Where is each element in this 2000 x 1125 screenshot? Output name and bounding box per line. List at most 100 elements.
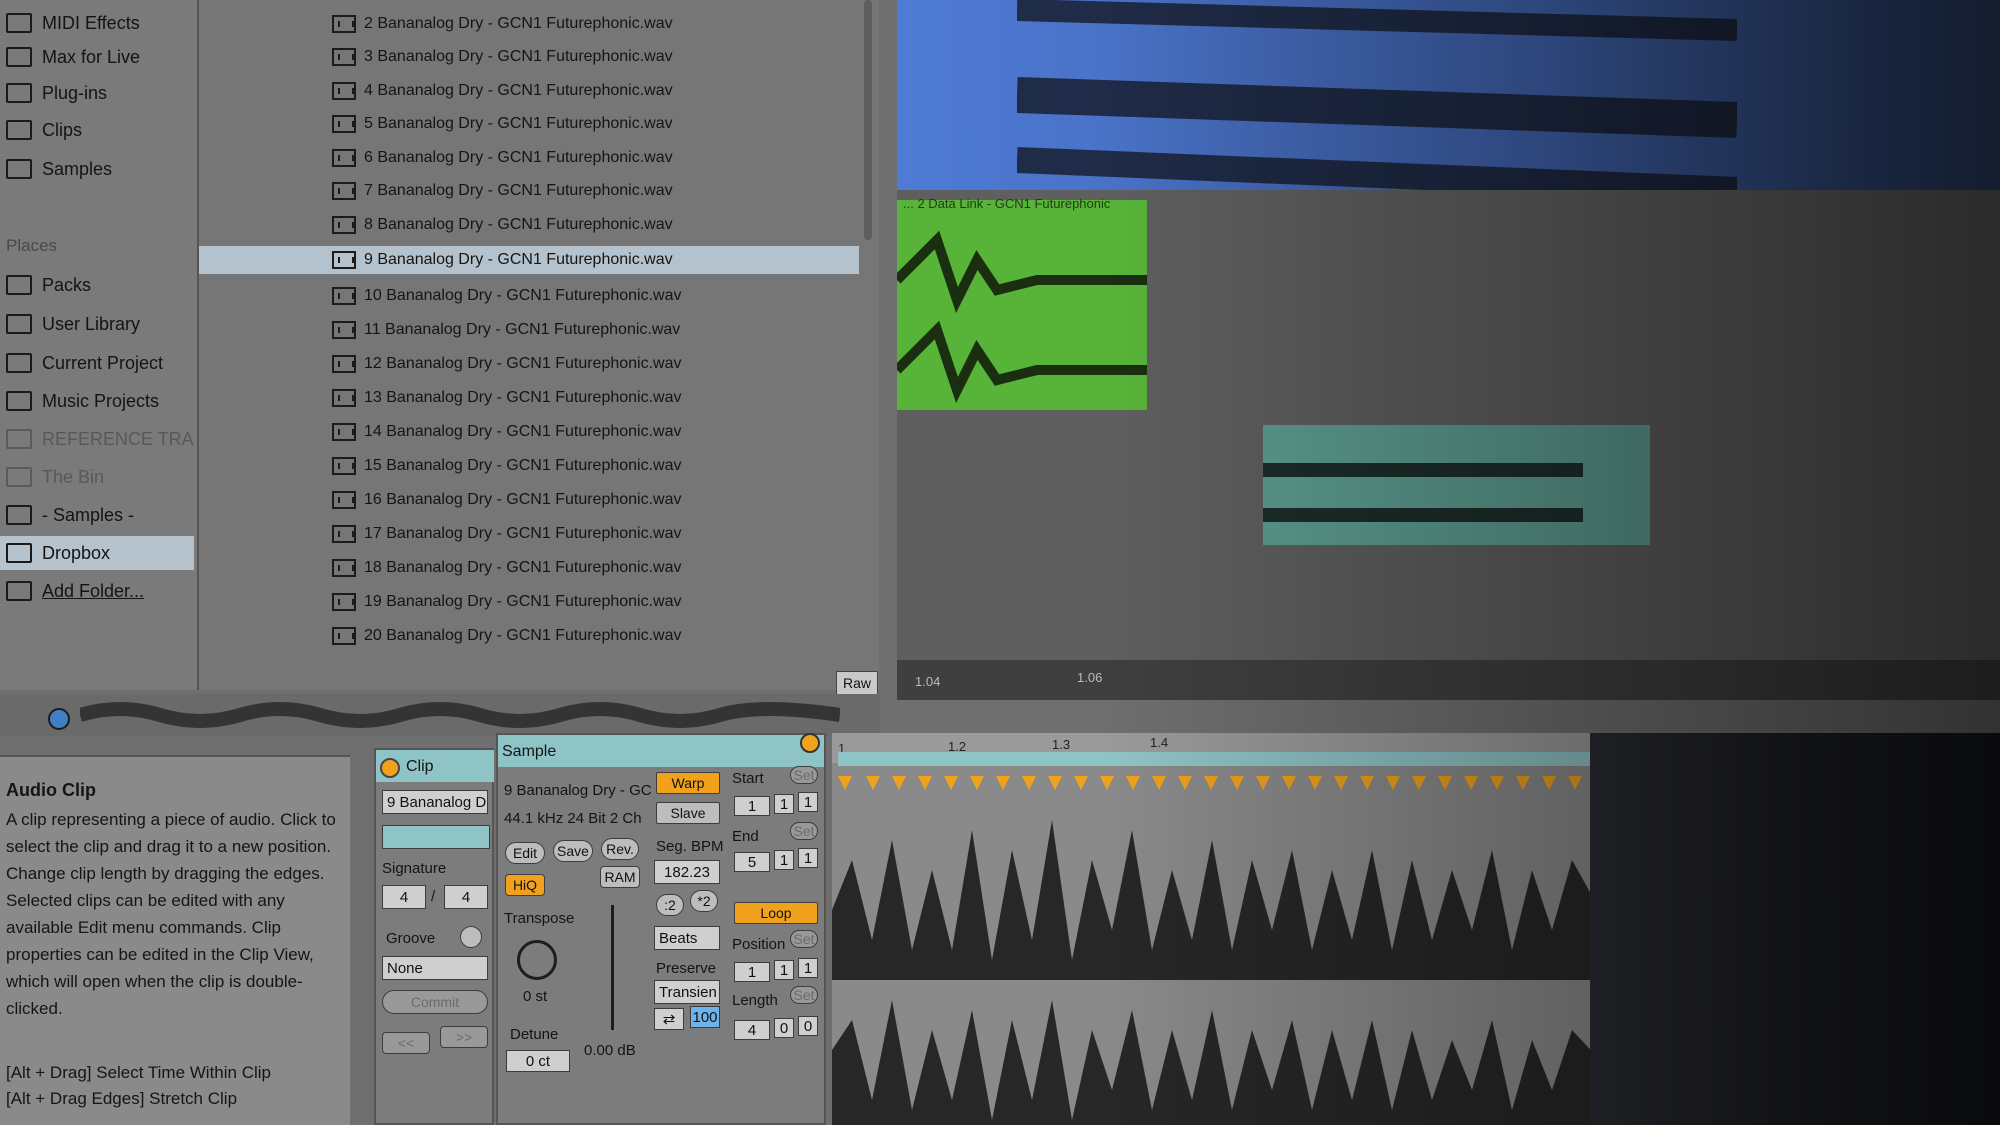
warp-marker[interactable] (1074, 776, 1088, 790)
end-set-button[interactable]: Set (790, 822, 818, 840)
file-item[interactable]: 5 Bananalog Dry - GCN1 Futurephonic.wav (332, 110, 673, 138)
position-sixteenth-field[interactable]: 1 (798, 958, 818, 978)
warp-marker[interactable] (1204, 776, 1218, 790)
commit-button[interactable]: Commit (382, 990, 488, 1014)
loop-mode-select[interactable]: ⇄ (654, 1008, 684, 1030)
sidebar-item-current-project[interactable]: Current Project (6, 346, 163, 380)
sidebar-item-dropbox[interactable]: Dropbox (0, 536, 194, 570)
warp-marker[interactable] (1412, 776, 1426, 790)
preserve-select[interactable]: Transien (654, 980, 720, 1004)
position-beat-field[interactable]: 1 (774, 960, 794, 980)
length-sixteenth-field[interactable]: 0 (798, 1016, 818, 1036)
file-item[interactable]: 12 Bananalog Dry - GCN1 Futurephonic.wav (332, 350, 682, 378)
warp-marker[interactable] (970, 776, 984, 790)
clip-activator-button[interactable] (380, 758, 400, 778)
clip-color-chooser[interactable] (382, 825, 490, 849)
start-sixteenth-field[interactable]: 1 (798, 792, 818, 812)
file-item[interactable]: 15 Bananalog Dry - GCN1 Futurephonic.wav (332, 452, 682, 480)
start-bar-field[interactable]: 1 (734, 796, 770, 816)
file-item[interactable]: 17 Bananalog Dry - GCN1 Futurephonic.wav (332, 520, 682, 548)
clip-name-field[interactable]: 9 Bananalog D (382, 790, 488, 814)
save-button[interactable]: Save (553, 840, 593, 862)
warp-marker[interactable] (1126, 776, 1140, 790)
sidebar-item-reference-tracks[interactable]: REFERENCE TRA (6, 422, 194, 456)
loop-button[interactable]: Loop (734, 902, 818, 924)
groove-select[interactable]: None (382, 956, 488, 980)
file-item[interactable]: 6 Bananalog Dry - GCN1 Futurephonic.wav (332, 144, 673, 172)
hiq-button[interactable]: HiQ (505, 874, 545, 896)
file-item[interactable]: 14 Bananalog Dry - GCN1 Futurephonic.wav (332, 418, 682, 446)
seg-bpm-field[interactable]: 182.23 (654, 860, 720, 884)
file-list-scrollbar[interactable] (864, 0, 872, 240)
warp-marker[interactable] (1516, 776, 1530, 790)
file-item[interactable]: 8 Bananalog Dry - GCN1 Futurephonic.wav (332, 211, 673, 239)
warp-marker[interactable] (1230, 776, 1244, 790)
file-item[interactable]: 10 Bananalog Dry - GCN1 Futurephonic.wav (332, 282, 682, 310)
file-item[interactable]: 4 Bananalog Dry - GCN1 Futurephonic.wav (332, 77, 673, 105)
signature-denominator[interactable]: 4 (444, 885, 488, 909)
end-beat-field[interactable]: 1 (774, 850, 794, 870)
warp-marker[interactable] (1048, 776, 1062, 790)
reverse-button[interactable]: Rev. (601, 838, 639, 860)
sidebar-item-max-for-live[interactable]: Max for Live (6, 40, 140, 74)
warp-marker[interactable] (1178, 776, 1192, 790)
warp-marker[interactable] (1464, 776, 1478, 790)
sidebar-item-clips[interactable]: Clips (6, 113, 82, 147)
file-item[interactable]: 7 Bananalog Dry - GCN1 Futurephonic.wav (332, 177, 673, 205)
sample-waveform[interactable] (832, 800, 1600, 1125)
length-set-button[interactable]: Set (790, 986, 818, 1004)
sidebar-item-midi-effects[interactable]: MIDI Effects (6, 6, 140, 40)
ram-button[interactable]: RAM (600, 866, 640, 888)
sidebar-item-add-folder[interactable]: Add Folder... (6, 574, 144, 608)
sidebar-item-packs[interactable]: Packs (6, 268, 91, 302)
edit-button[interactable]: Edit (505, 842, 545, 864)
sidebar-item-user-library[interactable]: User Library (6, 307, 140, 341)
length-bar-field[interactable]: 4 (734, 1020, 770, 1040)
slave-button[interactable]: Slave (656, 802, 720, 824)
warp-marker[interactable] (1490, 776, 1504, 790)
sidebar-item-music-projects[interactable]: Music Projects (6, 384, 159, 418)
file-item[interactable]: 20 Bananalog Dry - GCN1 Futurephonic.wav (332, 622, 682, 650)
preview-strip[interactable] (0, 694, 880, 736)
file-item[interactable]: 19 Bananalog Dry - GCN1 Futurephonic.wav (332, 588, 682, 616)
start-set-button[interactable]: Set (790, 766, 818, 784)
raw-button[interactable]: Raw (836, 671, 878, 695)
warp-marker[interactable] (944, 776, 958, 790)
headphones-icon[interactable] (48, 708, 70, 730)
detune-field[interactable]: 0 ct (506, 1050, 570, 1072)
double-tempo-button[interactable]: *2 (690, 890, 718, 912)
sidebar-item-plugins[interactable]: Plug-ins (6, 76, 107, 110)
clip-view-toggle-icon[interactable] (800, 733, 820, 753)
audio-clip-blue[interactable] (897, 0, 2000, 190)
audio-clip-green[interactable] (897, 200, 1147, 410)
warp-marker[interactable] (892, 776, 906, 790)
warp-marker[interactable] (1386, 776, 1400, 790)
warp-marker[interactable] (1308, 776, 1322, 790)
warp-marker[interactable] (1568, 776, 1582, 790)
warp-marker[interactable] (918, 776, 932, 790)
start-beat-field[interactable]: 1 (774, 794, 794, 814)
warp-marker[interactable] (1542, 776, 1556, 790)
file-item[interactable]: 13 Bananalog Dry - GCN1 Futurephonic.wav (332, 384, 682, 412)
position-set-button[interactable]: Set (790, 930, 818, 948)
sidebar-item-samples-folder[interactable]: - Samples - (6, 498, 134, 532)
audio-clip-teal[interactable] (1263, 425, 1650, 545)
end-sixteenth-field[interactable]: 1 (798, 848, 818, 868)
warp-marker[interactable] (1282, 776, 1296, 790)
nudge-back-button[interactable]: << (382, 1032, 430, 1054)
half-tempo-button[interactable]: :2 (656, 894, 684, 916)
signature-numerator[interactable]: 4 (382, 885, 426, 909)
file-item[interactable]: 11 Bananalog Dry - GCN1 Futurephonic.wav (332, 316, 680, 344)
clip-gain-slider[interactable] (611, 905, 614, 1030)
file-item-selected[interactable]: 9 Bananalog Dry - GCN1 Futurephonic.wav (199, 246, 859, 274)
file-item[interactable]: 2 Bananalog Dry - GCN1 Futurephonic.wav (332, 10, 673, 38)
warp-marker[interactable] (1334, 776, 1348, 790)
sidebar-item-samples[interactable]: Samples (6, 152, 112, 186)
position-bar-field[interactable]: 1 (734, 962, 770, 982)
file-item[interactable]: 16 Bananalog Dry - GCN1 Futurephonic.wav (332, 486, 682, 514)
length-beat-field[interactable]: 0 (774, 1018, 794, 1038)
sidebar-item-the-bin[interactable]: The Bin (6, 460, 104, 494)
warp-marker[interactable] (1438, 776, 1452, 790)
warp-marker[interactable] (1022, 776, 1036, 790)
warp-marker[interactable] (1360, 776, 1374, 790)
